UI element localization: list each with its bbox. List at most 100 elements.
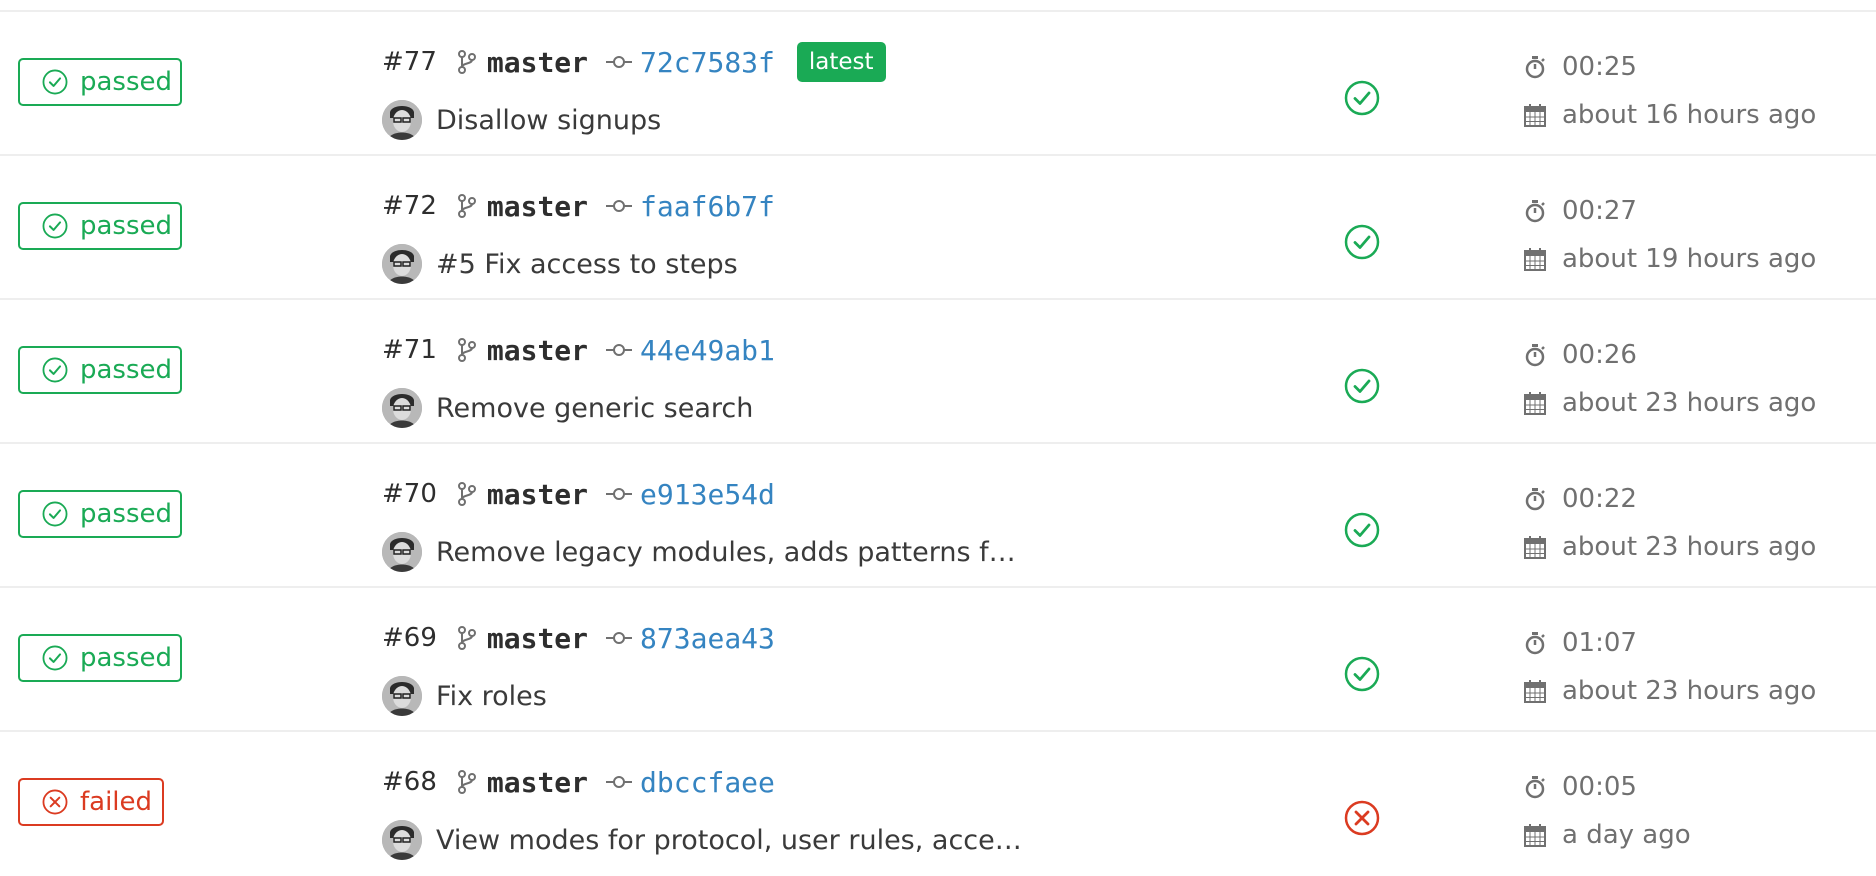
commit-title-link[interactable]: Disallow signups [436, 105, 661, 136]
stopwatch-icon [1525, 200, 1545, 223]
pipeline-duration: 00:05 [1524, 772, 1637, 802]
finished-value: a day ago [1562, 820, 1691, 850]
status-label: failed [80, 787, 153, 817]
table-top-border [0, 0, 1876, 12]
commit-info: #5 Fix access to steps [382, 242, 738, 286]
pipeline-id-link[interactable]: #72 [382, 191, 437, 221]
avatar[interactable] [382, 532, 422, 572]
finished-value: about 23 hours ago [1562, 388, 1817, 418]
finished-value: about 23 hours ago [1562, 532, 1817, 562]
pipeline-duration: 00:27 [1524, 196, 1637, 226]
pipeline-ref: #71 master 44e49ab1 [382, 326, 775, 374]
branch-link[interactable]: master [487, 478, 588, 511]
finished-value: about 16 hours ago [1562, 100, 1817, 130]
commit-sha-link[interactable]: 72c7583f [640, 46, 775, 79]
branch-link[interactable]: master [487, 46, 588, 79]
commit-sha-link[interactable]: dbccfaee [640, 766, 775, 799]
calendar-icon [1524, 248, 1546, 271]
duration-value: 01:07 [1562, 628, 1637, 658]
git-branch-icon [457, 50, 476, 74]
commit-info: Remove legacy modules, adds patterns f… [382, 530, 1016, 574]
pipeline-status-badge[interactable]: failed [18, 778, 164, 826]
commit-info: Fix roles [382, 674, 547, 718]
commit-title-link[interactable]: View modes for protocol, user rules, acc… [436, 825, 1022, 856]
pipeline-row: passed #77 master 72c7583f latest Disall… [0, 12, 1876, 156]
pipelines-table: passed #77 master 72c7583f latest Disall… [0, 0, 1876, 876]
pipeline-finished-at: about 23 hours ago [1524, 532, 1816, 562]
git-commit-icon [606, 344, 633, 356]
calendar-icon [1524, 824, 1546, 847]
calendar-icon [1524, 536, 1546, 559]
duration-value: 00:22 [1562, 484, 1637, 514]
pipeline-status-badge[interactable]: passed [18, 58, 182, 106]
commit-title-link[interactable]: Fix roles [436, 681, 547, 712]
git-commit-icon [606, 488, 633, 500]
pipeline-status-badge[interactable]: passed [18, 490, 182, 538]
x-circle-icon [42, 789, 68, 815]
commit-info: Disallow signups [382, 98, 661, 142]
stage-status-icon[interactable] [1344, 656, 1380, 692]
pipeline-rows: passed #77 master 72c7583f latest Disall… [0, 12, 1876, 876]
commit-title-link[interactable]: Remove generic search [436, 393, 753, 424]
avatar[interactable] [382, 244, 422, 284]
commit-title-link[interactable]: Remove legacy modules, adds patterns f… [436, 537, 1016, 568]
pipeline-id-link[interactable]: #71 [382, 335, 437, 365]
git-commit-icon [606, 200, 633, 212]
branch-link[interactable]: master [487, 190, 588, 223]
pipeline-ref: #69 master 873aea43 [382, 614, 775, 662]
pipeline-status-badge[interactable]: passed [18, 634, 182, 682]
avatar[interactable] [382, 100, 422, 140]
commit-sha-link[interactable]: e913e54d [640, 478, 775, 511]
stopwatch-icon [1525, 344, 1545, 367]
pipeline-status-badge[interactable]: passed [18, 346, 182, 394]
pipeline-finished-at: about 23 hours ago [1524, 676, 1816, 706]
branch-link[interactable]: master [487, 622, 588, 655]
commit-sha-link[interactable]: faaf6b7f [640, 190, 775, 223]
stage-status-icon[interactable] [1344, 368, 1380, 404]
status-label: passed [80, 643, 173, 673]
pipeline-row: passed #70 master e913e54d Remove legacy… [0, 444, 1876, 588]
pipeline-id-link[interactable]: #77 [382, 47, 437, 77]
finished-value: about 23 hours ago [1562, 676, 1817, 706]
pipeline-row: passed #71 master 44e49ab1 Remove generi… [0, 300, 1876, 444]
git-commit-icon [606, 56, 633, 68]
stage-status-icon[interactable] [1344, 224, 1380, 260]
pipeline-id-link[interactable]: #69 [382, 623, 437, 653]
calendar-icon [1524, 104, 1546, 127]
commit-sha-link[interactable]: 873aea43 [640, 622, 775, 655]
pipeline-duration: 00:22 [1524, 484, 1637, 514]
avatar[interactable] [382, 676, 422, 716]
duration-value: 00:25 [1562, 52, 1637, 82]
duration-value: 00:27 [1562, 196, 1637, 226]
git-branch-icon [457, 770, 476, 794]
pipeline-finished-at: about 19 hours ago [1524, 244, 1816, 274]
pipeline-status-badge[interactable]: passed [18, 202, 182, 250]
git-commit-icon [606, 776, 633, 788]
finished-value: about 19 hours ago [1562, 244, 1817, 274]
branch-link[interactable]: master [487, 766, 588, 799]
stage-status-icon[interactable] [1344, 80, 1380, 116]
pipeline-row: passed #69 master 873aea43 Fix roles 01:… [0, 588, 1876, 732]
stage-status-icon[interactable] [1344, 512, 1380, 548]
pipeline-id-link[interactable]: #68 [382, 767, 437, 797]
pipeline-row: passed #72 master faaf6b7f #5 Fix access… [0, 156, 1876, 300]
commit-info: View modes for protocol, user rules, acc… [382, 818, 1022, 862]
pipeline-finished-at: about 16 hours ago [1524, 100, 1816, 130]
avatar[interactable] [382, 388, 422, 428]
status-label: passed [80, 67, 173, 97]
git-branch-icon [457, 194, 476, 218]
pipeline-ref: #77 master 72c7583f latest [382, 38, 886, 86]
pipeline-id-link[interactable]: #70 [382, 479, 437, 509]
avatar[interactable] [382, 820, 422, 860]
commit-sha-link[interactable]: 44e49ab1 [640, 334, 775, 367]
branch-link[interactable]: master [487, 334, 588, 367]
stopwatch-icon [1525, 632, 1545, 655]
check-circle-icon [42, 69, 68, 95]
stage-status-icon[interactable] [1344, 800, 1380, 836]
commit-title-link[interactable]: #5 Fix access to steps [436, 249, 738, 280]
pipeline-finished-at: about 23 hours ago [1524, 388, 1816, 418]
stopwatch-icon [1525, 488, 1545, 511]
duration-value: 00:05 [1562, 772, 1637, 802]
git-branch-icon [457, 626, 476, 650]
stopwatch-icon [1525, 776, 1545, 799]
